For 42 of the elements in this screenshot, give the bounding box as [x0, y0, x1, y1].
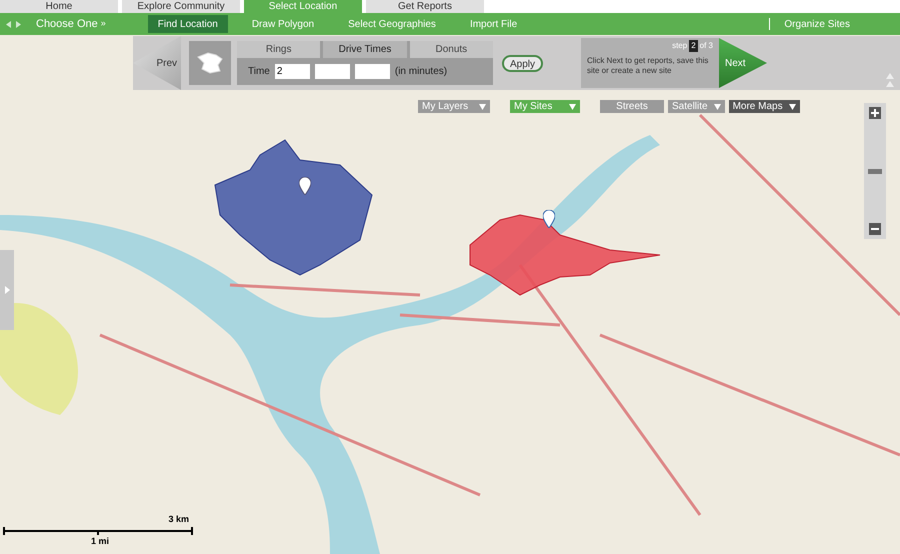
sub-tab[interactable]: Find Location: [148, 15, 228, 33]
time-label: Time: [248, 65, 270, 79]
sub-tab[interactable]: Draw Polygon: [242, 15, 324, 33]
location-pin-icon[interactable]: [299, 177, 311, 195]
side-panel-handle[interactable]: [0, 250, 14, 330]
scale-bar-icon: [3, 526, 193, 534]
nav-tab[interactable]: Select Location: [244, 0, 362, 13]
time-input-field[interactable]: 2: [274, 64, 310, 79]
next-button[interactable]: Next: [719, 38, 767, 88]
step-total: of 3: [700, 40, 713, 52]
map-layer-button[interactable]: Streets: [600, 100, 664, 113]
polygon-icon: [196, 51, 224, 75]
step-label: step: [672, 40, 688, 52]
nav-tab[interactable]: Explore Community: [122, 0, 240, 13]
arrows-icon[interactable]: [6, 20, 22, 28]
step-number: 2: [689, 40, 698, 52]
next-hint-text: Click Next to get reports, save this site or create a new site: [587, 56, 710, 76]
sub-tab[interactable]: Select Geographies: [338, 15, 446, 33]
choose-one-dropdown[interactable]: Choose One »: [36, 16, 106, 32]
zoom-in-icon[interactable]: [869, 107, 881, 119]
sub-tab[interactable]: Import File: [460, 15, 528, 33]
map-layer-button[interactable]: My Layers: [418, 100, 490, 113]
mode-tab[interactable]: Rings: [237, 41, 320, 58]
map-layer-button[interactable]: Satellite: [668, 100, 725, 113]
prev-button[interactable]: Prev: [133, 36, 181, 90]
time-input-field[interactable]: [314, 64, 350, 79]
location-pin-icon[interactable]: [543, 210, 555, 228]
zoom-slider-handle[interactable]: [868, 168, 882, 174]
unit-label: (in minutes): [394, 65, 448, 79]
map-layer-button[interactable]: More Maps: [728, 100, 800, 113]
map-layer-button[interactable]: My Sites: [510, 100, 580, 113]
expand-icon: [4, 286, 10, 294]
time-input-field[interactable]: [354, 64, 390, 79]
organize-sites-link[interactable]: Organize Sites: [784, 16, 850, 32]
scale-mile-label: 1 mi: [91, 534, 110, 548]
zoom-out-icon[interactable]: [869, 223, 881, 235]
nav-tab[interactable]: Home: [0, 0, 118, 13]
nav-tab[interactable]: Get Reports: [366, 0, 484, 13]
mode-tab[interactable]: Donuts: [410, 41, 493, 58]
scale-km-label: 3 km: [168, 513, 189, 526]
apply-button[interactable]: Apply: [502, 54, 543, 72]
mode-tab[interactable]: Drive Times: [323, 41, 407, 58]
